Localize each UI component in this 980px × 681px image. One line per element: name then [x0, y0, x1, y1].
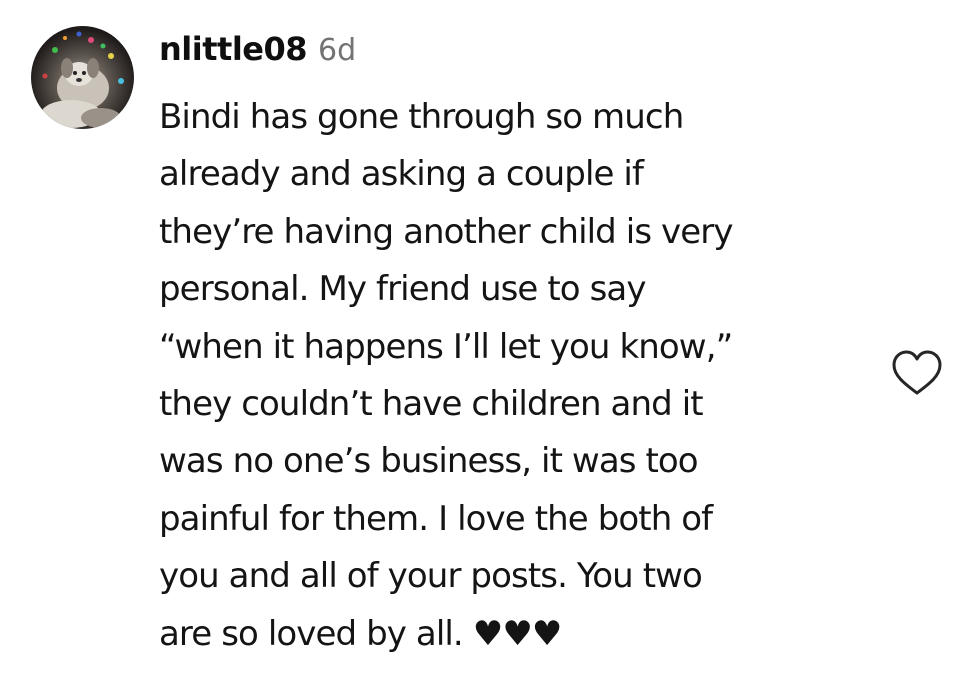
comment-text-line: “when it happens I’ll let you know,” [159, 326, 733, 367]
comment-text-line: already and asking a couple if [159, 154, 644, 195]
heart-outline-icon [892, 350, 942, 395]
user-avatar[interactable] [31, 26, 134, 129]
comment-text-line: Bindi has gone through so much [159, 97, 684, 137]
comment-header: nlittle08 6d [159, 30, 356, 80]
comment-text-line: painful for them. I love the both of [159, 498, 713, 539]
comment-text-line: you and all of your posts. You two [159, 556, 703, 597]
comment-text-line: personal. My friend use to say [159, 269, 646, 310]
comment-text: Bindi has gone through so much already a… [159, 89, 879, 663]
comment-text-line: are so loved by all. ♥♥♥ [159, 613, 562, 654]
comment-text-line: they couldn’t have children and it [159, 383, 704, 424]
like-comment-button[interactable] [891, 349, 943, 397]
comment-timestamp[interactable]: 6d [318, 33, 356, 68]
comment-text-line: they’re having another child is very [159, 211, 733, 252]
username-link[interactable]: nlittle08 [159, 30, 308, 68]
comment-text-line: was no one’s business, it was too [159, 441, 699, 482]
comment: nlittle08 6d Bindi has gone through so m… [0, 0, 980, 681]
avatar-photo-icon [41, 31, 124, 128]
